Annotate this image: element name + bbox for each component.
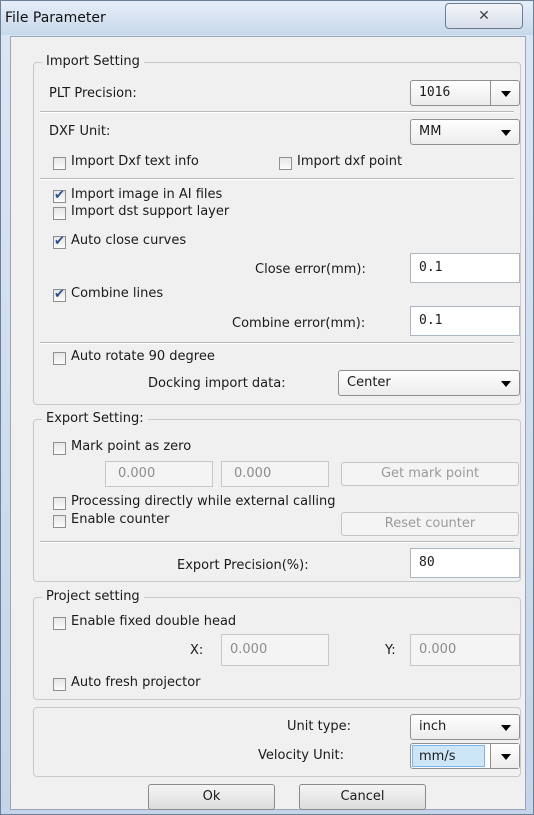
import-dxf-point-checkbox[interactable] — [279, 157, 292, 170]
combine-error-label: Combine error(mm): — [232, 316, 366, 331]
mark-point-zero-label[interactable]: Mark point as zero — [71, 439, 191, 454]
processing-directly-checkbox[interactable] — [53, 497, 66, 510]
dxf-unit-label: DXF Unit: — [49, 124, 111, 139]
velocity-unit-value: mm/s — [412, 745, 485, 767]
mark-point-y-input[interactable]: 0.000 — [221, 461, 329, 487]
reset-counter-button[interactable]: Reset counter — [341, 512, 519, 536]
import-dst-support-checkbox[interactable] — [53, 207, 66, 220]
double-head-y-label: Y: — [385, 643, 396, 658]
export-precision-input[interactable]: 80 — [410, 548, 520, 578]
docking-import-select[interactable]: Center — [338, 370, 520, 396]
import-setting-title: Import Setting — [42, 54, 144, 69]
unit-type-select[interactable]: inch — [410, 714, 520, 740]
project-setting-title: Project setting — [42, 589, 144, 604]
unit-type-label: Unit type: — [287, 719, 352, 734]
plt-precision-select[interactable]: 1016 — [410, 80, 520, 106]
plt-precision-dropdown-button[interactable] — [490, 81, 519, 105]
ok-button[interactable]: Ok — [148, 784, 275, 810]
unit-type-value: inch — [419, 719, 447, 734]
velocity-unit-label: Velocity Unit: — [258, 748, 344, 763]
processing-directly-label[interactable]: Processing directly while external calli… — [71, 494, 335, 509]
dialog-title: File Parameter — [5, 10, 106, 26]
docking-import-value: Center — [347, 375, 391, 390]
dxf-unit-select[interactable]: MM — [410, 119, 520, 145]
close-icon: ✕ — [478, 8, 490, 24]
divider — [40, 178, 514, 180]
combine-lines-label[interactable]: Combine lines — [71, 286, 163, 301]
get-mark-point-button[interactable]: Get mark point — [341, 462, 519, 486]
double-head-y-input[interactable]: 0.000 — [410, 634, 520, 666]
chevron-down-icon — [501, 754, 511, 760]
divider — [40, 111, 514, 113]
fixed-double-head-label[interactable]: Enable fixed double head — [71, 614, 236, 629]
double-head-x-input[interactable]: 0.000 — [221, 634, 329, 666]
chevron-down-icon — [501, 381, 511, 387]
combine-error-input[interactable]: 0.1 — [410, 306, 520, 336]
chevron-down-icon — [501, 725, 511, 731]
double-head-x-label: X: — [190, 643, 204, 658]
dxf-unit-value: MM — [419, 124, 442, 139]
mark-point-x-input[interactable]: 0.000 — [105, 461, 213, 487]
plt-precision-value: 1016 — [419, 85, 451, 100]
close-error-input[interactable]: 0.1 — [410, 253, 520, 283]
chevron-down-icon — [501, 91, 511, 97]
import-image-ai-label[interactable]: Import image in AI files — [71, 187, 222, 202]
enable-counter-checkbox[interactable] — [53, 515, 66, 528]
export-precision-label: Export Precision(%): — [177, 558, 309, 573]
close-button[interactable]: ✕ — [445, 3, 523, 29]
divider — [40, 342, 514, 344]
auto-fresh-projector-checkbox[interactable] — [53, 678, 66, 691]
title-bar: File Parameter ✕ — [1, 1, 533, 35]
combine-lines-checkbox[interactable] — [53, 287, 66, 302]
export-setting-title: Export Setting: — [42, 411, 148, 426]
fixed-double-head-checkbox[interactable] — [53, 617, 66, 630]
close-error-label: Close error(mm): — [255, 262, 366, 277]
import-dxf-point-label[interactable]: Import dxf point — [297, 154, 402, 169]
import-image-ai-checkbox[interactable] — [53, 188, 66, 203]
import-dst-support-label[interactable]: Import dst support layer — [71, 204, 229, 219]
auto-rotate-label[interactable]: Auto rotate 90 degree — [71, 349, 215, 364]
auto-rotate-checkbox[interactable] — [53, 352, 66, 365]
import-dxf-text-checkbox[interactable] — [53, 157, 66, 170]
chevron-down-icon — [501, 130, 511, 136]
divider — [40, 541, 514, 543]
enable-counter-label[interactable]: Enable counter — [71, 512, 169, 527]
auto-close-curves-label[interactable]: Auto close curves — [71, 233, 186, 248]
velocity-unit-dropdown-button[interactable] — [490, 744, 519, 768]
velocity-unit-select[interactable]: mm/s — [410, 743, 520, 769]
mark-point-zero-checkbox[interactable] — [53, 442, 66, 455]
auto-fresh-projector-label[interactable]: Auto fresh projector — [71, 675, 201, 690]
import-dxf-text-label[interactable]: Import Dxf text info — [71, 154, 199, 169]
docking-import-label: Docking import data: — [148, 376, 286, 391]
auto-close-curves-checkbox[interactable] — [53, 234, 66, 249]
plt-precision-label: PLT Precision: — [49, 86, 137, 101]
cancel-button[interactable]: Cancel — [299, 784, 426, 810]
